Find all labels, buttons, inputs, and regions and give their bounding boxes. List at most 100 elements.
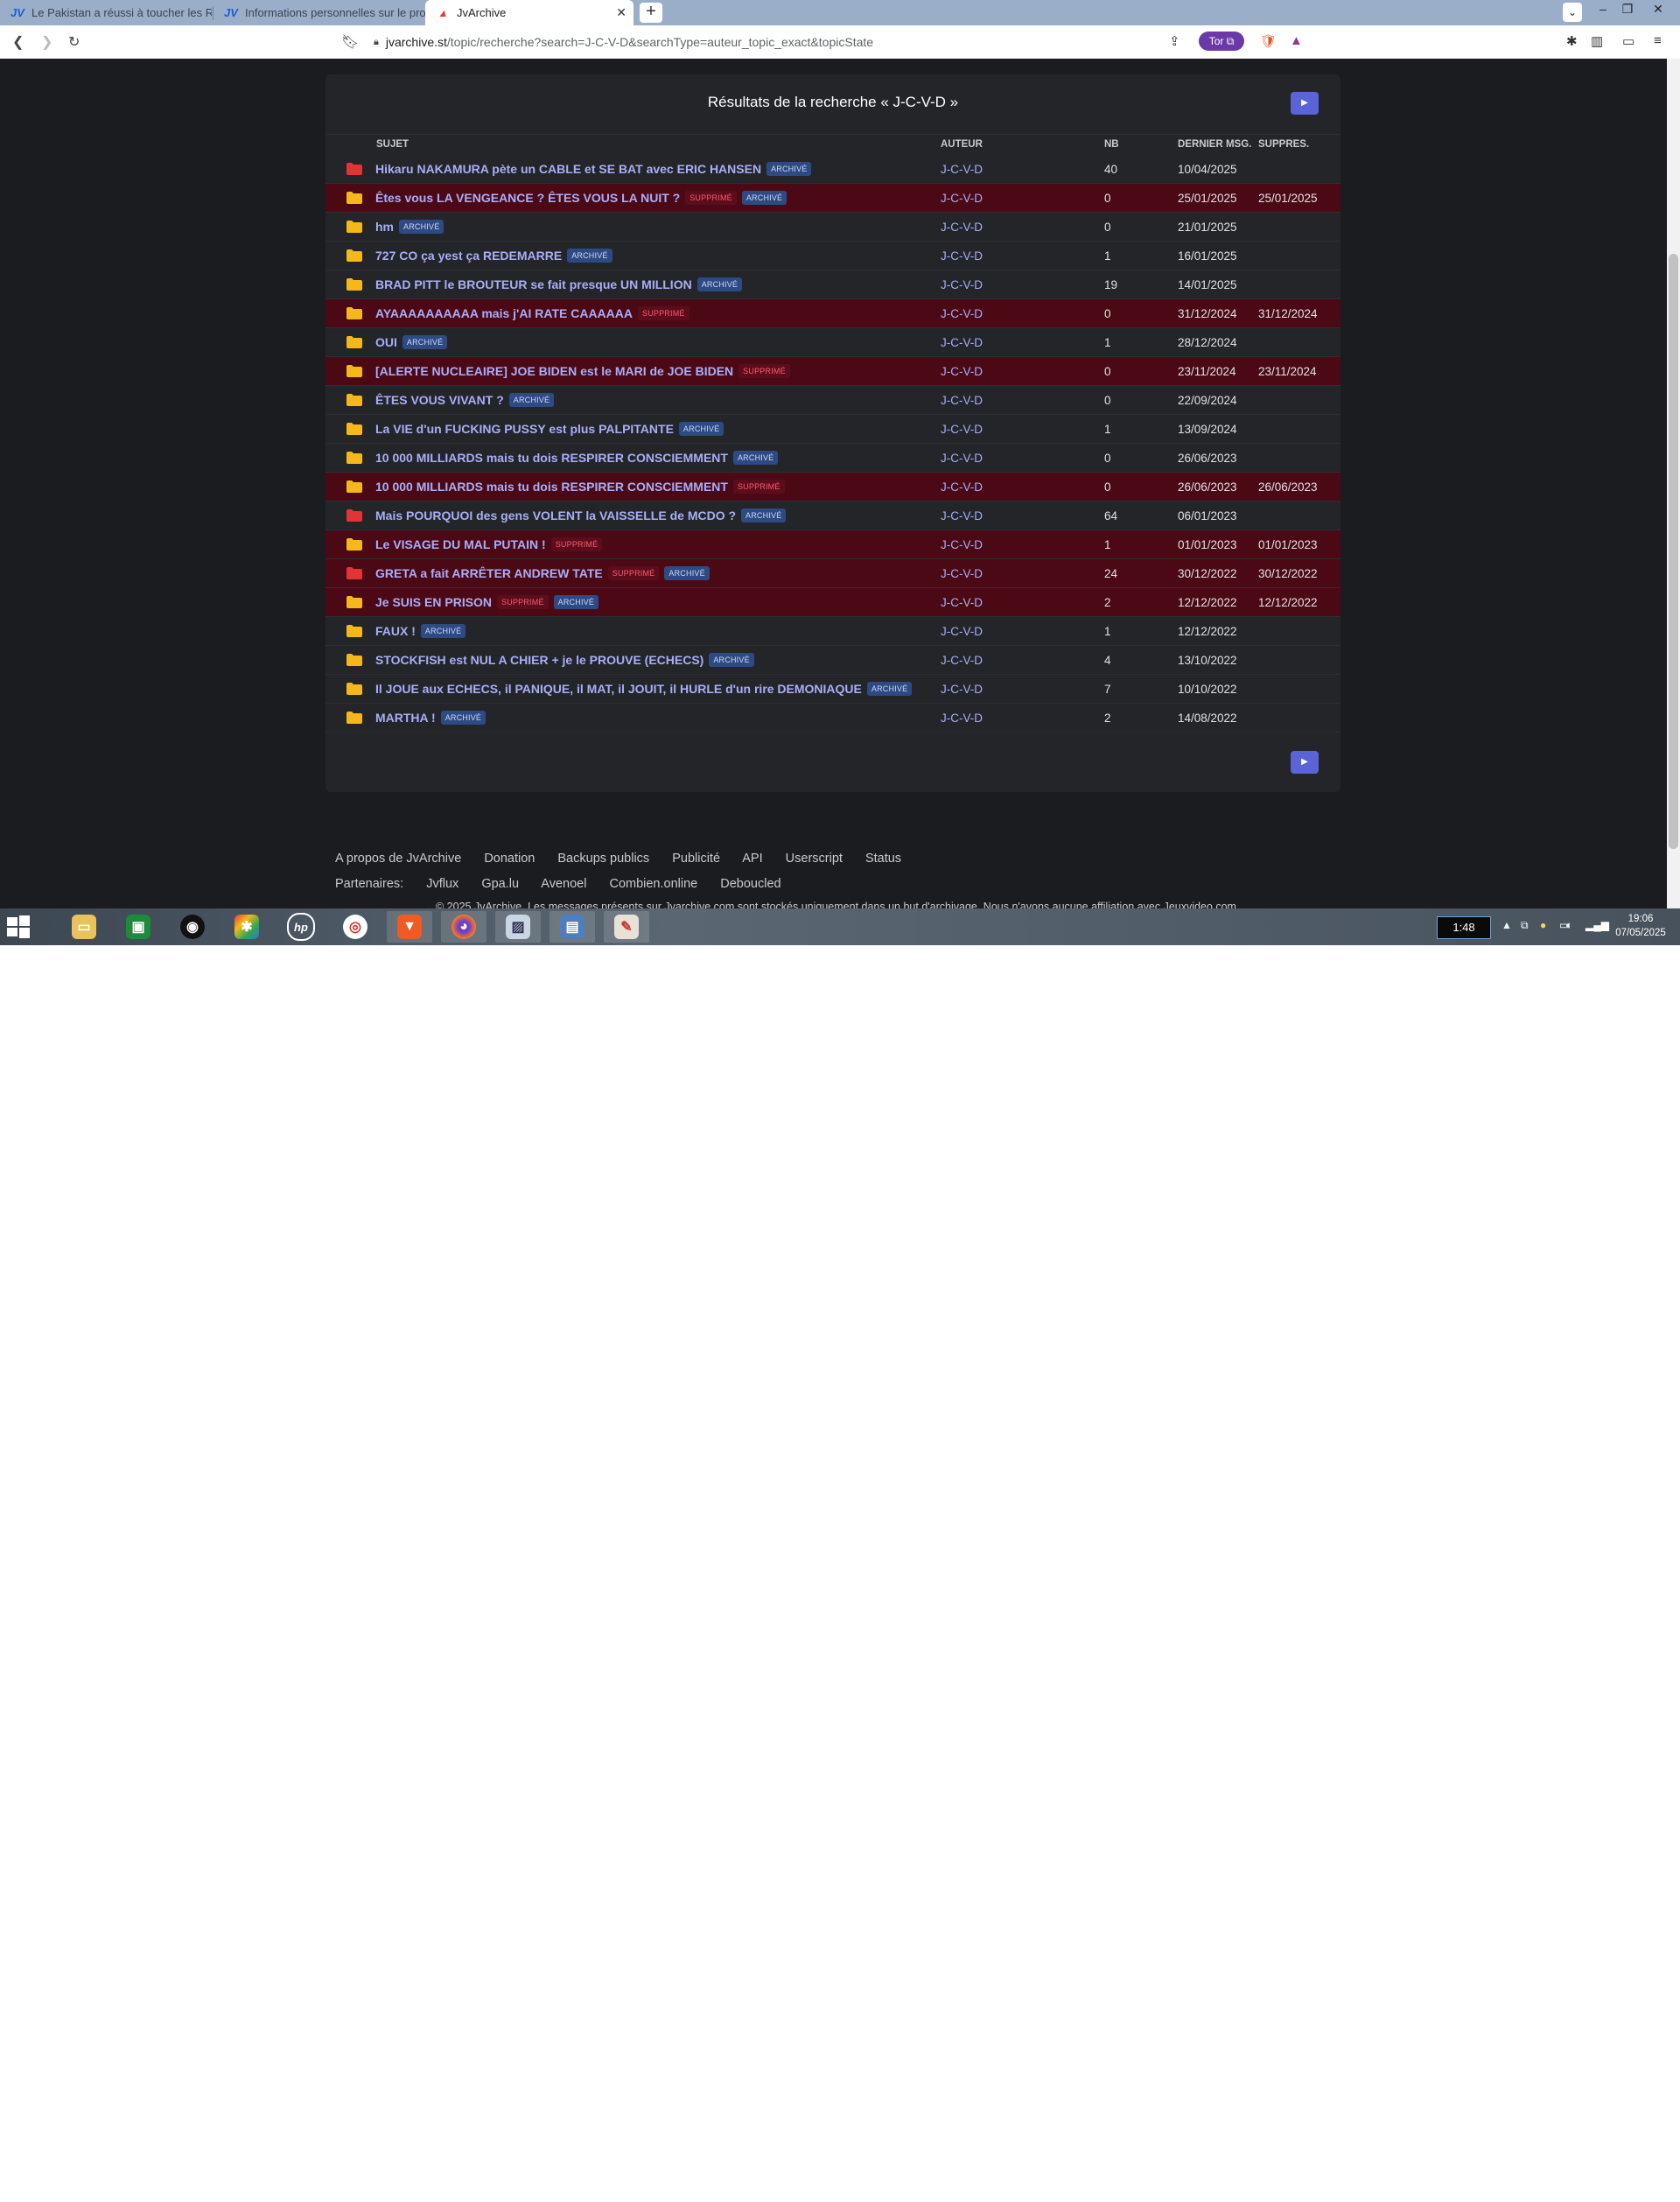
reload-icon[interactable]: ↻ <box>68 33 80 51</box>
sidebar-icon[interactable]: ▥ <box>1591 33 1603 49</box>
partner-gpalu[interactable]: Gpa.lu <box>481 877 519 891</box>
archived-badge: ARCHIVÉ <box>741 508 787 522</box>
system-clock[interactable]: 19:06 07/05/2025 <box>1606 912 1676 940</box>
brave-shield-icon[interactable]: 🛡︎ <box>1260 33 1277 49</box>
brave-rewards-icon[interactable]: ▲ <box>1290 33 1303 48</box>
volume-icon[interactable]: 🔈︎ <box>1566 919 1572 932</box>
topic-link[interactable]: Il JOUE aux ECHECS, il PANIQUE, il MAT, … <box>375 682 862 696</box>
taskbar-hp[interactable]: hp <box>278 911 324 943</box>
taskbar-explorer[interactable]: ▭ <box>61 911 107 943</box>
topic-link[interactable]: BRAD PITT le BROUTEUR se fait presque UN… <box>375 277 692 291</box>
footer-link-backups[interactable]: Backups publics <box>557 852 649 866</box>
topic-link[interactable]: Hikaru NAKAMURA pète un CABLE et SE BAT … <box>375 162 761 176</box>
tab-pakistan[interactable]: JV Le Pakistan a réussi à toucher les RA… <box>0 0 212 25</box>
topic-link[interactable]: Mais POURQUOI des gens VOLENT la VAISSEL… <box>375 508 736 522</box>
tab-strip: JV Le Pakistan a réussi à toucher les RA… <box>0 0 1680 25</box>
new-tab-button[interactable]: + <box>640 3 662 23</box>
network-device-icon[interactable]: ⧉ <box>1521 919 1529 932</box>
topic-link[interactable]: OUI <box>375 335 397 349</box>
tab-jvarchive[interactable]: ▴ JvArchive ✕ <box>425 0 634 25</box>
topic-link[interactable]: hm <box>375 220 394 234</box>
taskbar-store[interactable]: ▣ <box>116 911 161 943</box>
author-link[interactable]: J-C-V-D <box>941 278 983 291</box>
forward-icon[interactable]: ❯ <box>41 33 52 51</box>
author-link[interactable]: J-C-V-D <box>941 365 983 378</box>
footer-link-api[interactable]: API <box>742 852 762 866</box>
author-link[interactable]: J-C-V-D <box>941 683 983 696</box>
footer-link-status[interactable]: Status <box>865 852 901 866</box>
author-link[interactable]: J-C-V-D <box>941 163 983 176</box>
results-card: Résultats de la recherche « J-C-V-D » ▶ … <box>326 74 1340 792</box>
topic-link[interactable]: 10 000 MILLIARDS mais tu dois RESPIRER C… <box>375 451 728 465</box>
topic-link[interactable]: 10 000 MILLIARDS mais tu dois RESPIRER C… <box>375 480 728 494</box>
wallet-icon[interactable]: ▭ <box>1622 33 1634 49</box>
tor-button[interactable]: Tor ⧉ <box>1199 32 1244 51</box>
author-link[interactable]: J-C-V-D <box>941 538 983 551</box>
taskbar-counter[interactable]: 1:48 <box>1437 916 1491 939</box>
author-link[interactable]: J-C-V-D <box>941 480 983 494</box>
author-link[interactable]: J-C-V-D <box>941 307 983 320</box>
author-link[interactable]: J-C-V-D <box>941 654 983 667</box>
taskbar-control-panel[interactable]: ▤ <box>550 911 595 943</box>
back-icon[interactable]: ❮ <box>12 33 24 51</box>
restore-icon[interactable]: ❐ <box>1614 2 1641 17</box>
menu-icon[interactable]: ≡ <box>1654 33 1662 48</box>
taskbar-photo-viewer[interactable]: ▨ <box>495 911 541 943</box>
share-icon[interactable]: ⇪ <box>1169 33 1180 49</box>
extensions-icon[interactable]: ✱ <box>1566 33 1578 49</box>
tray-app-icon[interactable]: ● <box>1540 919 1546 931</box>
footer-link-ads[interactable]: Publicité <box>672 852 720 866</box>
minimize-icon[interactable]: – <box>1590 2 1616 16</box>
folder-icon <box>346 654 362 666</box>
partner-combien[interactable]: Combien.online <box>609 877 697 891</box>
scrollbar-thumb[interactable] <box>1669 254 1678 849</box>
topic-link[interactable]: 727 CO ça yest ça REDEMARRE <box>375 249 562 263</box>
close-window-icon[interactable]: ✕ <box>1645 2 1671 17</box>
tab-search-button[interactable]: ⌄ <box>1563 3 1582 22</box>
author-link[interactable]: J-C-V-D <box>941 625 983 638</box>
author-link[interactable]: J-C-V-D <box>941 712 983 725</box>
topic-link[interactable]: FAUX ! <box>375 624 416 638</box>
author-link[interactable]: J-C-V-D <box>941 452 983 465</box>
topic-link[interactable]: [ALERTE NUCLEAIRE] JOE BIDEN est le MARI… <box>375 364 733 378</box>
author-link[interactable]: J-C-V-D <box>941 509 983 522</box>
author-link[interactable]: J-C-V-D <box>941 423 983 436</box>
author-link[interactable]: J-C-V-D <box>941 336 983 349</box>
author-link[interactable]: J-C-V-D <box>941 249 983 263</box>
author-link[interactable]: J-C-V-D <box>941 394 983 407</box>
bookmark-icon[interactable]: 🔖︎ <box>341 33 359 51</box>
tray-expand-icon[interactable]: ▲ <box>1502 919 1512 931</box>
taskbar-firefox[interactable]: ◕ <box>441 911 486 943</box>
topic-link[interactable]: ÊTES VOUS VIVANT ? <box>375 393 504 407</box>
address-bar[interactable]: 🔒︎ jvarchive.st /topic/recherche?search=… <box>363 30 1238 54</box>
taskbar-app[interactable]: ◎ <box>332 911 378 943</box>
topic-link[interactable]: Le VISAGE DU MAL PUTAIN ! <box>375 537 546 551</box>
topic-link[interactable]: Je SUIS EN PRISON <box>375 595 492 609</box>
taskbar-photos[interactable]: ✱ <box>224 911 270 943</box>
author-link[interactable]: J-C-V-D <box>941 596 983 609</box>
footer-link-about[interactable]: A propos de JvArchive <box>335 852 461 866</box>
footer-link-donation[interactable]: Donation <box>484 852 535 866</box>
footer-link-userscript[interactable]: Userscript <box>786 852 843 866</box>
start-icon[interactable] <box>7 915 30 938</box>
taskbar-brave[interactable]: ▼ <box>387 911 432 943</box>
topic-link[interactable]: La VIE d'un FUCKING PUSSY est plus PALPI… <box>375 422 674 436</box>
topic-link[interactable]: Êtes vous LA VENGEANCE ? ÊTES VOUS LA NU… <box>375 191 680 205</box>
tab-profile-info[interactable]: JV Informations personnelles sur le prof… <box>214 0 425 25</box>
author-link[interactable]: J-C-V-D <box>941 192 983 205</box>
next-page-button-bottom[interactable]: ▶ <box>1291 751 1319 774</box>
taskbar-paint[interactable]: ✎ <box>604 911 649 943</box>
screen: JV Le Pakistan a réussi à toucher les RA… <box>0 0 1680 945</box>
close-tab-icon[interactable]: ✕ <box>616 5 626 20</box>
author-link[interactable]: J-C-V-D <box>941 567 983 580</box>
next-page-button-top[interactable]: ▶ <box>1291 92 1319 115</box>
partner-jvflux[interactable]: Jvflux <box>426 877 458 891</box>
topic-link[interactable]: AYAAAAAAAAAA mais j'AI RATE CAAAAAA <box>375 306 633 320</box>
taskbar-camera[interactable]: ◉ <box>170 911 215 943</box>
author-link[interactable]: J-C-V-D <box>941 221 983 234</box>
topic-link[interactable]: MARTHA ! <box>375 711 436 725</box>
topic-link[interactable]: STOCKFISH est NUL A CHIER + je le PROUVE… <box>375 653 704 667</box>
partner-deboucled[interactable]: Deboucled <box>720 877 780 891</box>
partner-avenoel[interactable]: Avenoel <box>541 877 586 891</box>
topic-link[interactable]: GRETA a fait ARRÊTER ANDREW TATE <box>375 566 603 580</box>
